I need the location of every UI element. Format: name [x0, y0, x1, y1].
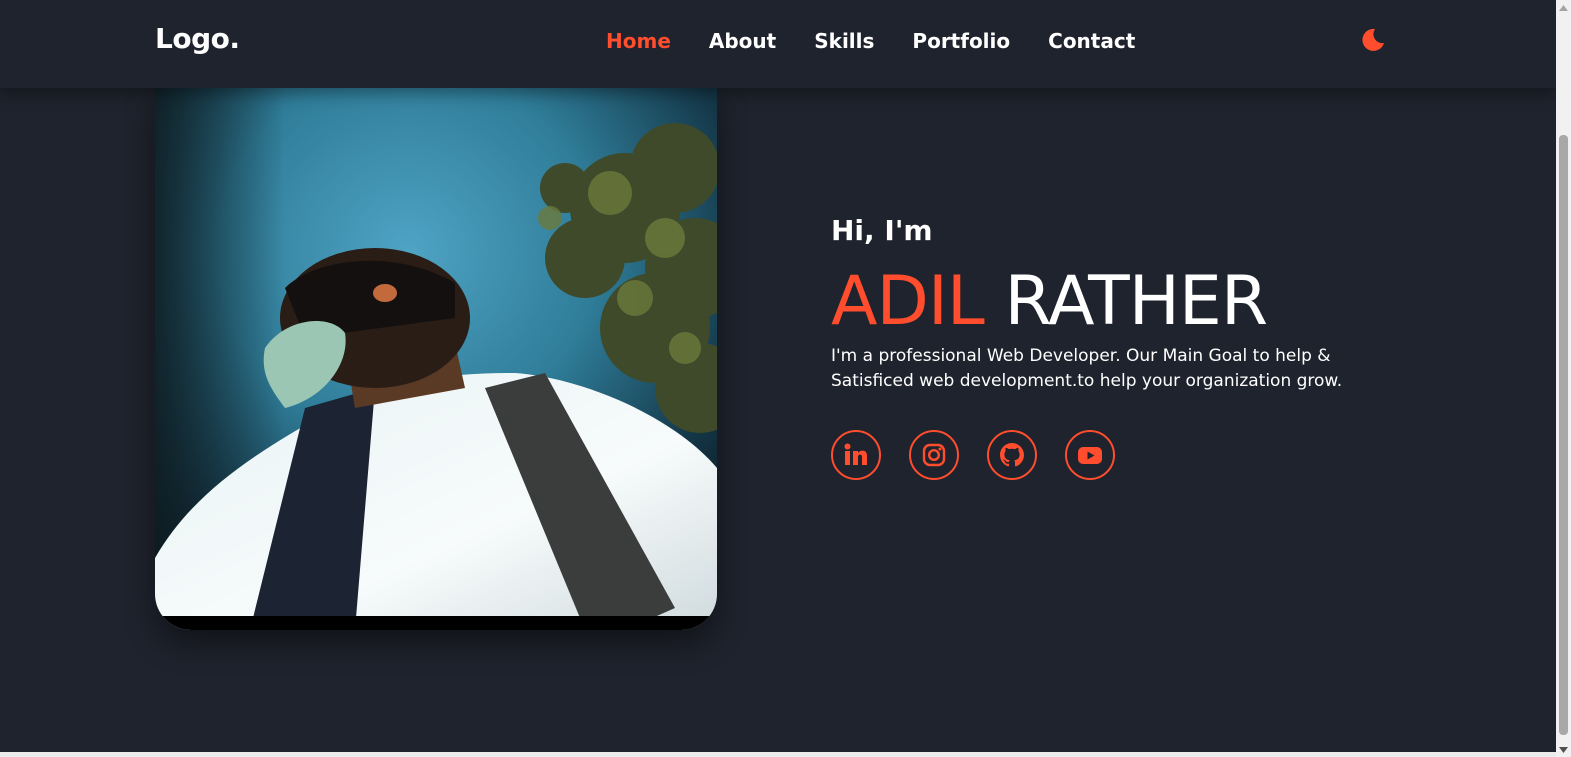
instagram-icon	[922, 443, 946, 467]
nav-link-portfolio[interactable]: Portfolio	[912, 27, 1010, 55]
social-links	[831, 430, 1115, 480]
hero-photo	[155, 88, 717, 630]
scrollbar-thumb[interactable]	[1559, 135, 1568, 735]
nav-link-skills[interactable]: Skills	[814, 27, 874, 55]
linkedin-icon	[844, 443, 867, 465]
nav-link-about[interactable]: About	[709, 27, 776, 55]
profile-photo	[155, 88, 717, 630]
youtube-icon	[1078, 447, 1102, 464]
logo[interactable]: Logo.	[155, 22, 240, 55]
scroll-up-arrow-icon	[1559, 4, 1568, 11]
scroll-down-arrow-icon	[1559, 746, 1568, 753]
hero-greeting: Hi, I'm	[831, 214, 933, 247]
scroll-down-button[interactable]	[1556, 742, 1571, 757]
hero-intro: Hi, I'm ADIL RATHER I'm a professional W…	[831, 212, 1391, 394]
youtube-link[interactable]	[1065, 430, 1115, 480]
nav-link-contact[interactable]: Contact	[1048, 27, 1135, 55]
moon-icon	[1362, 28, 1384, 51]
horizontal-scroll-track	[0, 752, 1556, 757]
github-icon	[1000, 443, 1024, 467]
page: Logo. Home About Skills Portfolio Contac…	[0, 0, 1571, 757]
nav-link-home[interactable]: Home	[606, 27, 671, 55]
main-nav: Home About Skills Portfolio Contact	[606, 27, 1173, 55]
site-header: Logo. Home About Skills Portfolio Contac…	[0, 0, 1556, 88]
hero-description: I'm a professional Web Developer. Our Ma…	[831, 346, 1343, 391]
scroll-up-button[interactable]	[1556, 0, 1571, 15]
hero-first-name: ADIL	[831, 262, 985, 341]
vertical-scrollbar[interactable]	[1556, 0, 1571, 757]
instagram-link[interactable]	[909, 430, 959, 480]
github-link[interactable]	[987, 430, 1037, 480]
linkedin-link[interactable]	[831, 430, 881, 480]
hero-name: ADIL RATHER	[831, 264, 1391, 340]
theme-toggle-button[interactable]	[1360, 27, 1386, 53]
hero-last-name: RATHER	[1004, 262, 1268, 341]
